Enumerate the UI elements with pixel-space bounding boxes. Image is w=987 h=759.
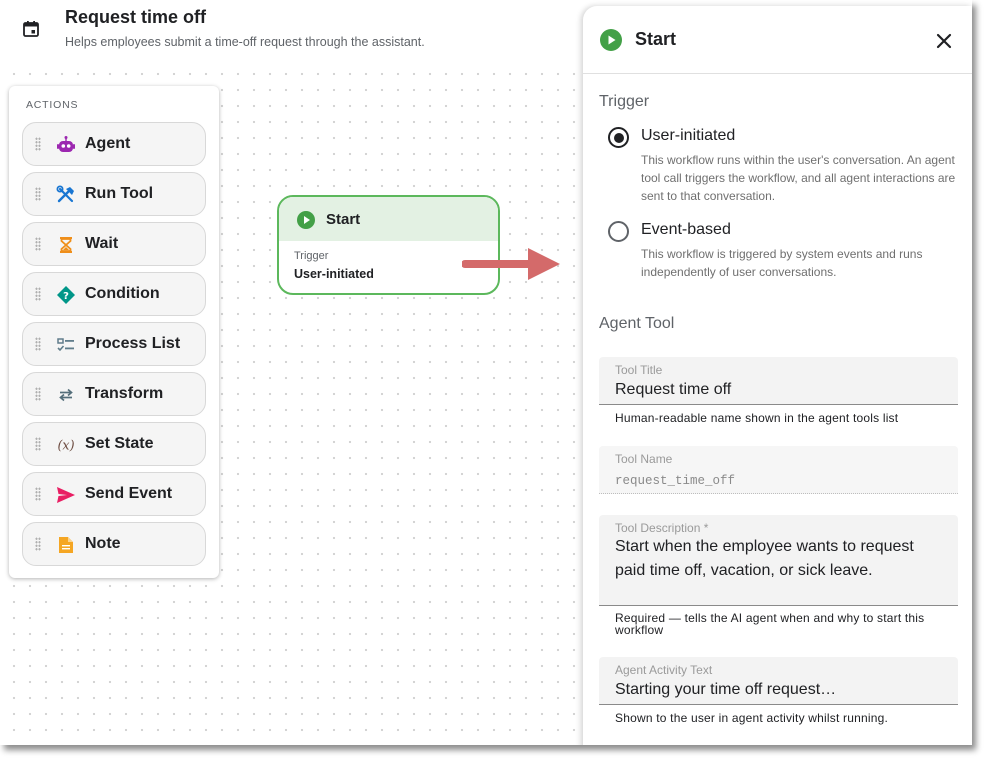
drag-handle-icon[interactable] [35,437,41,451]
field-label: Tool Name [615,452,673,466]
action-wait[interactable]: Wait [22,222,206,266]
action-label: Agent [85,135,131,152]
action-condition[interactable]: ? Condition [22,272,206,316]
drag-handle-icon[interactable] [35,487,41,501]
action-send-event[interactable]: Send Event [22,472,206,516]
panel-title: Start [635,29,677,49]
agent-activity-text-field[interactable]: Agent Activity Text Starting your time o… [599,657,958,705]
action-label: Condition [85,285,160,302]
radio-button-selected[interactable] [608,127,629,148]
action-label: Run Tool [85,185,154,202]
trigger-option-description: This workflow is triggered by system eve… [641,247,923,279]
tools-icon [56,185,76,205]
hourglass-icon [56,235,76,255]
action-process-list[interactable]: Process List [22,322,206,366]
workflow-editor: Request time off Helps employees submit … [0,0,972,745]
drag-handle-icon[interactable] [35,187,41,201]
tool-name-input: request_time_off [615,474,736,488]
action-label: Transform [85,385,164,402]
variable-icon: (x) [56,435,76,455]
agent-tool-section-title: Agent Tool [599,315,675,332]
trigger-option-event-based[interactable]: Event-based This workflow is triggered b… [608,221,958,283]
action-run-tool[interactable]: Run Tool [22,172,206,216]
drag-handle-icon[interactable] [35,237,41,251]
action-label: Process List [85,335,181,352]
start-node-trigger-value: User-initiated [294,267,374,281]
trigger-option-label: User-initiated [641,127,736,144]
field-label: Tool Description * [615,521,709,535]
action-transform[interactable]: Transform [22,372,206,416]
action-note[interactable]: Note [22,522,206,566]
checklist-icon [56,335,76,355]
start-node-title: Start [326,211,361,228]
action-label: Send Event [85,485,173,502]
drag-handle-icon[interactable] [35,387,41,401]
field-label: Tool Title [615,363,663,377]
trigger-option-label: Event-based [641,221,731,238]
start-properties-panel: Start Trigger User-initiated This workfl… [583,6,972,745]
actions-palette: ACTIONS Agent Run Tool Wait ? Condition … [9,86,219,578]
diamond-question-icon: ? [56,285,76,305]
tool-title-input[interactable]: Request time off [615,381,945,399]
start-node-trigger-label: Trigger [294,250,329,262]
action-agent[interactable]: Agent [22,122,206,166]
play-circle-icon [600,29,622,51]
field-helper-text: Human-readable name shown in the agent t… [615,411,899,425]
field-label: Agent Activity Text [615,663,713,677]
play-circle-icon [297,211,315,229]
action-label: Note [85,535,121,552]
page-title: Request time off [65,7,207,27]
swap-arrows-icon [56,385,76,405]
field-helper-text: Required — tells the AI agent when and w… [615,611,925,637]
svg-text:(x): (x) [57,438,74,453]
radio-button[interactable] [608,221,629,242]
tool-title-field[interactable]: Tool Title Request time off [599,357,958,405]
close-icon[interactable] [933,30,955,52]
actions-palette-label: ACTIONS [26,99,79,111]
action-label: Wait [85,235,119,252]
send-icon [56,485,76,505]
tool-name-field: Tool Name request_time_off [599,446,958,494]
svg-text:?: ? [63,291,69,302]
drag-handle-icon[interactable] [35,537,41,551]
drag-handle-icon[interactable] [35,337,41,351]
panel-header: Start [583,6,972,74]
trigger-option-description: This workflow runs within the user's con… [641,153,956,203]
trigger-option-user-initiated[interactable]: User-initiated This workflow runs within… [608,127,958,207]
tool-description-field[interactable]: Tool Description * Start when the employ… [599,515,958,606]
drag-handle-icon[interactable] [35,137,41,151]
agent-activity-input[interactable]: Starting your time off request… [615,681,945,699]
note-icon [56,535,76,555]
page-subtitle: Helps employees submit a time-off reques… [65,35,425,49]
calendar-icon [23,21,39,37]
page-header: Request time off Helps employees submit … [0,0,600,60]
callout-arrow [462,248,560,280]
tool-description-textarea[interactable]: Start when the employee wants to request… [615,535,945,583]
trigger-section-title: Trigger [599,93,650,110]
robot-icon [56,135,76,155]
drag-handle-icon[interactable] [35,287,41,301]
field-helper-text: Shown to the user in agent activity whil… [615,711,889,725]
action-label: Set State [85,435,154,452]
action-set-state[interactable]: (x) Set State [22,422,206,466]
